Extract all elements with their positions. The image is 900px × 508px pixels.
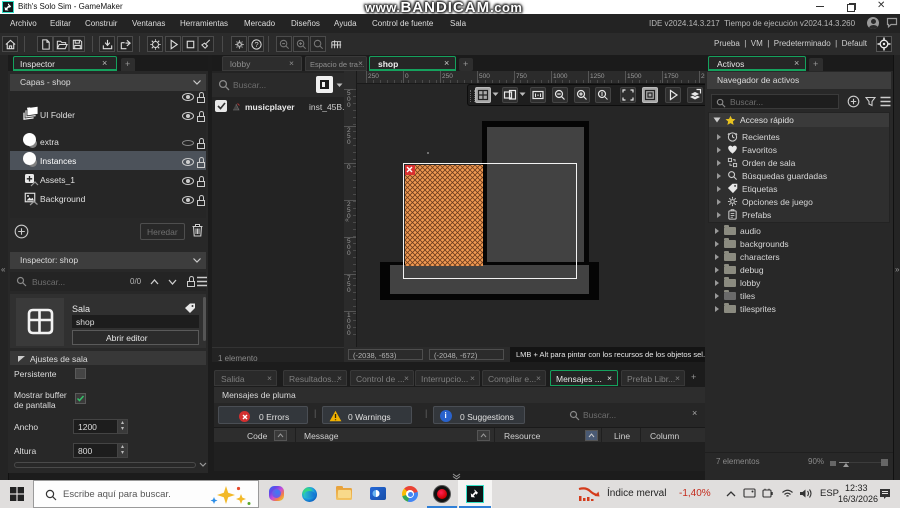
svg-text:?: ? xyxy=(254,40,258,49)
